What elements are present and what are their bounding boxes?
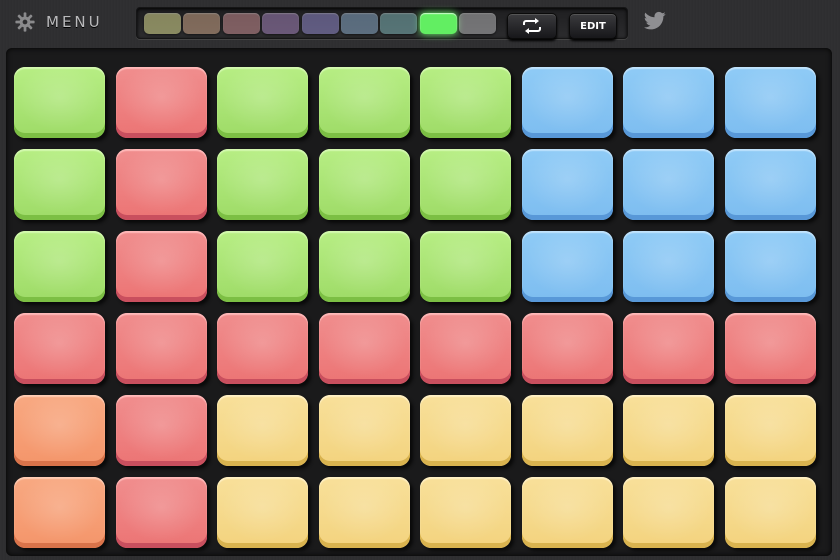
pad-green[interactable] (420, 231, 511, 302)
pad-red[interactable] (115, 313, 207, 384)
pad-green[interactable] (318, 149, 410, 220)
pad-red[interactable] (521, 313, 613, 384)
pad-red[interactable] (217, 313, 308, 384)
pad-blue[interactable] (623, 67, 714, 138)
pad-red[interactable] (115, 231, 207, 302)
pad-yellow[interactable] (318, 395, 410, 466)
pad-green[interactable] (318, 67, 410, 138)
pad-green[interactable] (14, 67, 105, 138)
pad-red[interactable] (14, 313, 105, 384)
pad-red[interactable] (420, 313, 511, 384)
pad-red[interactable] (318, 313, 410, 384)
pad-blue[interactable] (521, 231, 613, 302)
loop-button[interactable] (507, 13, 557, 39)
pad-yellow[interactable] (217, 395, 308, 466)
bank-button-3[interactable] (222, 12, 260, 34)
pad-orange[interactable] (14, 477, 105, 548)
pad-orange[interactable] (14, 395, 105, 466)
pad-red[interactable] (115, 67, 207, 138)
pad-yellow[interactable] (318, 477, 410, 548)
pad-green[interactable] (14, 149, 105, 220)
pad-yellow[interactable] (217, 477, 308, 548)
pad-blue[interactable] (623, 149, 714, 220)
bank-selector: EDIT (136, 7, 628, 39)
bank-button-8[interactable] (419, 12, 457, 34)
bank-button-7[interactable] (380, 12, 418, 34)
twitter-icon[interactable] (644, 11, 666, 31)
pad-green[interactable] (217, 149, 308, 220)
pad-grid (6, 48, 832, 556)
bank-button-1[interactable] (144, 12, 181, 34)
pad-blue[interactable] (724, 149, 816, 220)
pad-yellow[interactable] (420, 395, 511, 466)
repeat-icon (523, 18, 541, 34)
pad-green[interactable] (420, 149, 511, 220)
bank-button-5[interactable] (301, 12, 339, 34)
pad-yellow[interactable] (521, 477, 613, 548)
gear-icon (15, 12, 35, 32)
pad-green[interactable] (318, 231, 410, 302)
pad-green[interactable] (217, 231, 308, 302)
top-bar: MENU EDIT (0, 0, 840, 44)
pad-yellow[interactable] (724, 395, 816, 466)
pad-blue[interactable] (521, 67, 613, 138)
pad-red[interactable] (115, 477, 207, 548)
bank-button-2[interactable] (183, 12, 221, 34)
pad-yellow[interactable] (521, 395, 613, 466)
menu-button[interactable]: MENU (14, 10, 103, 34)
pad-blue[interactable] (521, 149, 613, 220)
bank-list (144, 12, 499, 34)
pad-red[interactable] (115, 395, 207, 466)
pad-red[interactable] (724, 313, 816, 384)
pad-yellow[interactable] (623, 395, 714, 466)
pad-yellow[interactable] (724, 477, 816, 548)
pad-blue[interactable] (724, 231, 816, 302)
pad-blue[interactable] (623, 231, 714, 302)
pad-red[interactable] (115, 149, 207, 220)
pad-yellow[interactable] (420, 477, 511, 548)
pad-yellow[interactable] (623, 477, 714, 548)
bank-button-4[interactable] (262, 12, 300, 34)
pad-blue[interactable] (724, 67, 816, 138)
pad-green[interactable] (420, 67, 511, 138)
menu-label: MENU (46, 13, 103, 31)
pad-red[interactable] (623, 313, 714, 384)
bank-button-9[interactable] (459, 12, 497, 34)
edit-button[interactable]: EDIT (569, 13, 617, 39)
pad-green[interactable] (217, 67, 308, 138)
bank-button-6[interactable] (340, 12, 378, 34)
pad-green[interactable] (14, 231, 105, 302)
